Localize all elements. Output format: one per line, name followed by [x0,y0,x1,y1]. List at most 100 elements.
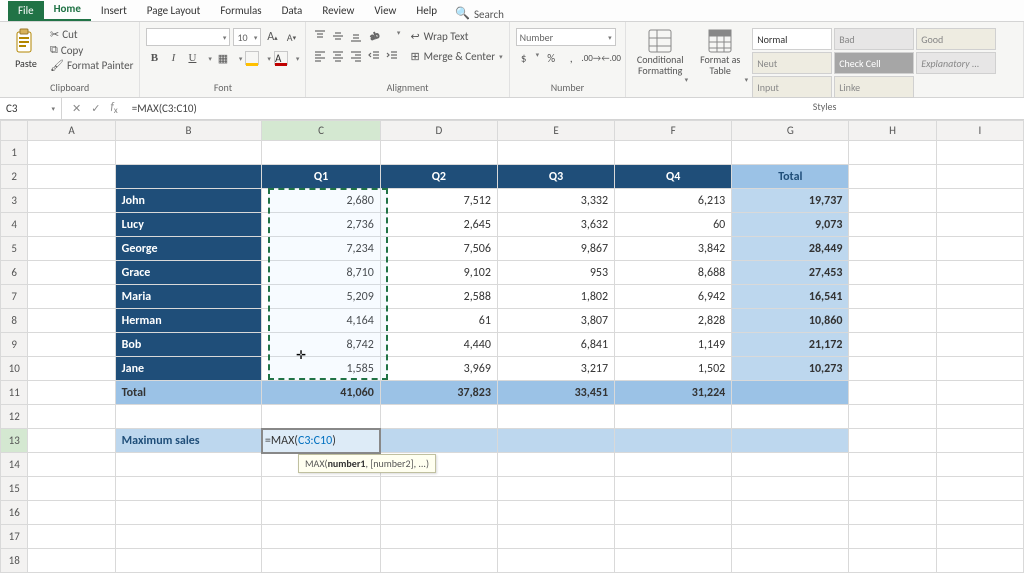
row-header[interactable]: 18 [1,549,28,573]
bold-button[interactable]: B [146,50,162,66]
row-header[interactable]: 9 [1,333,28,357]
row-header[interactable]: 1 [1,141,28,165]
cell[interactable] [28,357,115,381]
cell[interactable] [936,453,1023,477]
cell[interactable]: 1,802 [497,285,614,309]
currency-button[interactable]: $ [516,50,532,66]
cell[interactable]: Grace [115,261,262,285]
cell[interactable] [28,381,115,405]
cell[interactable] [849,333,936,357]
cell[interactable] [262,405,380,429]
col-header[interactable]: H [849,121,936,141]
cell[interactable] [380,141,497,165]
align-right-icon[interactable] [348,48,364,64]
cell[interactable]: 2,680 [262,189,380,213]
cell[interactable] [732,429,849,453]
cell[interactable]: 2,645 [380,213,497,237]
cell[interactable] [497,477,614,501]
cell[interactable] [849,141,936,165]
cell[interactable]: 3,969 [380,357,497,381]
cell[interactable] [497,501,614,525]
col-header[interactable]: B [115,121,262,141]
cell[interactable] [849,213,936,237]
decrease-indent-icon[interactable] [366,48,382,64]
cell[interactable] [849,261,936,285]
italic-button[interactable]: I [165,50,181,66]
tab-review[interactable]: Review [312,1,364,21]
align-top-icon[interactable] [312,28,328,44]
cell[interactable]: Q2 [380,165,497,189]
cell[interactable] [262,501,380,525]
cell[interactable]: Q1 [262,165,380,189]
cell[interactable] [936,357,1023,381]
cell[interactable]: 16,541 [732,285,849,309]
wrap-text-button[interactable]: ↩Wrap Text [410,28,502,44]
row-header[interactable]: 4 [1,213,28,237]
font-color-button[interactable]: A [274,51,288,65]
cell[interactable] [615,525,732,549]
cell[interactable] [28,165,115,189]
col-header[interactable]: I [936,121,1023,141]
cell[interactable]: 2,588 [380,285,497,309]
cell[interactable]: 27,453 [732,261,849,285]
cell[interactable] [936,213,1023,237]
cell[interactable] [115,477,262,501]
cell[interactable] [380,501,497,525]
underline-menu[interactable]: ▾ [208,54,212,63]
tab-formulas[interactable]: Formulas [210,1,271,21]
align-bottom-icon[interactable] [348,28,364,44]
cell[interactable] [936,477,1023,501]
cell[interactable] [936,237,1023,261]
cell[interactable] [497,525,614,549]
align-left-icon[interactable] [312,48,328,64]
cell[interactable] [28,429,115,453]
cell[interactable]: 60 [615,213,732,237]
cell[interactable] [262,549,380,573]
cell[interactable]: 1,585 [262,357,380,381]
align-middle-icon[interactable] [330,28,346,44]
cell[interactable]: 10,860 [732,309,849,333]
cell[interactable]: 31,224 [615,381,732,405]
cell[interactable]: 4,164 [262,309,380,333]
tab-home[interactable]: Home [44,0,91,21]
cell[interactable] [115,453,262,477]
cell[interactable] [936,261,1023,285]
col-header[interactable]: C [262,121,380,141]
cell[interactable] [936,501,1023,525]
tab-view[interactable]: View [364,1,406,21]
number-format-combo[interactable]: Number▾ [516,28,616,46]
cancel-formula-icon[interactable]: ✕ [72,102,81,115]
cell[interactable]: Bob [115,333,262,357]
cell[interactable]: 3,217 [497,357,614,381]
cell[interactable]: 21,172 [732,333,849,357]
cell[interactable]: 28,449 [732,237,849,261]
row-header[interactable]: 2 [1,165,28,189]
row-header[interactable]: 11 [1,381,28,405]
cell[interactable] [936,549,1023,573]
col-header[interactable]: E [497,121,614,141]
cell[interactable] [936,525,1023,549]
cell[interactable] [28,285,115,309]
style-normal[interactable]: Normal [752,28,832,50]
cell[interactable] [28,333,115,357]
cell[interactable] [380,405,497,429]
cell[interactable]: 3,807 [497,309,614,333]
cell[interactable] [380,429,497,453]
cell[interactable] [615,549,732,573]
cell[interactable] [28,141,115,165]
cell[interactable] [849,501,936,525]
col-header[interactable]: F [615,121,732,141]
cell[interactable] [936,405,1023,429]
cell[interactable] [849,309,936,333]
tab-insert[interactable]: Insert [91,1,137,21]
cell[interactable] [732,405,849,429]
cell[interactable] [115,525,262,549]
cell[interactable] [115,549,262,573]
cell[interactable] [849,381,936,405]
cell[interactable] [28,525,115,549]
cell[interactable] [615,453,732,477]
cell[interactable]: 3,332 [497,189,614,213]
cell[interactable] [380,525,497,549]
col-header[interactable]: A [28,121,115,141]
cell[interactable] [262,141,380,165]
